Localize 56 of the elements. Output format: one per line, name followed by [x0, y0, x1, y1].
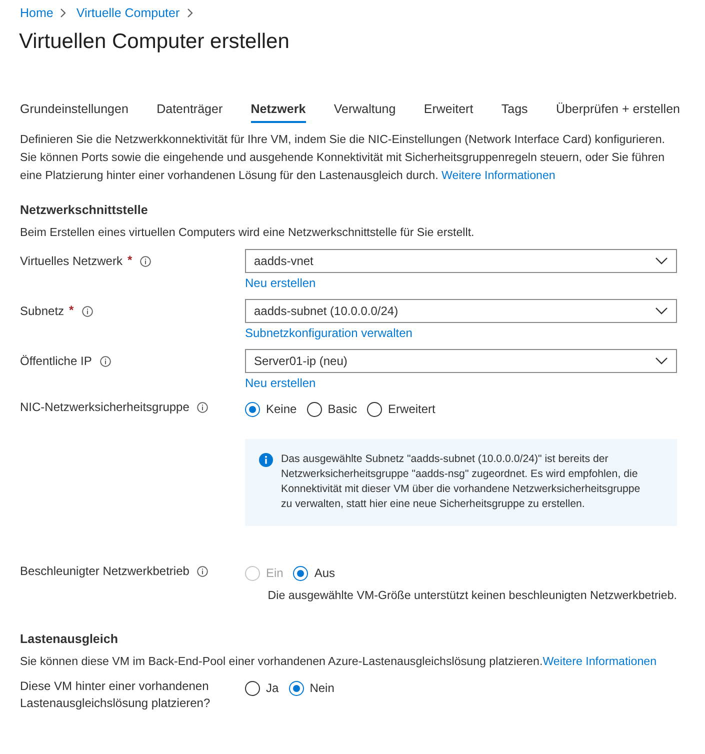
radio-option[interactable]: Aus [293, 566, 336, 580]
more-info-link[interactable]: Weitere Informationen [542, 655, 657, 668]
info-icon[interactable] [140, 256, 152, 267]
section-description: Sie können diese VM im Back-End-Pool einer vorhandenen Azure-Lastenausgleichslösung platzieren.Weitere Informationen [20, 655, 658, 668]
field-label: NIC-Netzwerksicherheitsgruppe [20, 399, 190, 416]
intro-text: Definieren Sie die Netzwerkkonnektivität für Ihre VM, indem Sie die NIC-Einstellungen (Network Interface Card) konfigurieren. Sie können Ports sowie die eingehende und ausgehende Konnektivität mit Sicherheitsgruppenregeln steuern, oder Sie führen eine Platzierung hinter einer vorhandenen Lösung für den Lastenausgleich durch. Weitere Informationen [20, 132, 666, 184]
radio-button[interactable] [245, 680, 260, 696]
required-marker: * [69, 303, 74, 317]
action-link[interactable]: Subnetzkonfiguration verwalten [245, 326, 412, 340]
more-info-link[interactable]: Weitere Informationen [442, 169, 556, 182]
note-text: Die ausgewählte VM-Größe unterstützt keinen beschleunigten Netzwerkbetrieb. [266, 589, 677, 602]
tab[interactable]: Verwaltung [334, 98, 396, 123]
required-marker: * [127, 253, 132, 267]
info-icon[interactable] [197, 566, 208, 577]
field-label: Beschleunigter Netzwerkbetrieb [20, 563, 190, 580]
page-title: Virtuellen Computer erstellen [19, 30, 290, 54]
radio-button[interactable] [245, 402, 260, 416]
tab[interactable]: Erweitert [424, 98, 474, 123]
tab[interactable]: Netzwerk [250, 98, 306, 123]
section-heading: Netzwerkschnittstelle [20, 203, 149, 217]
action-link[interactable]: Neu erstellen [245, 376, 316, 390]
info-icon[interactable] [100, 356, 111, 367]
info-icon [259, 453, 273, 467]
breadcrumb-link[interactable]: Virtuelle Computer [76, 6, 180, 20]
field-label: Öffentliche IP [20, 353, 92, 370]
section-heading: Lastenausgleich [20, 632, 119, 646]
dropdown[interactable]: aadds-subnet (10.0.0.0/24) [245, 299, 677, 323]
tab[interactable]: Grundeinstellungen [20, 98, 128, 123]
tab[interactable]: Tags [501, 98, 528, 123]
chevron-down-icon [655, 307, 668, 315]
dropdown[interactable]: Server01-ip (neu) [245, 349, 677, 373]
field-label: Diese VM hinter einer vorhandenen Lastenausgleichslösung platzieren? [20, 678, 212, 712]
chevron-down-icon [655, 257, 668, 265]
radio-button[interactable] [293, 566, 308, 580]
action-link[interactable]: Neu erstellen [245, 276, 316, 290]
tab[interactable]: Überprüfen + erstellen [556, 98, 680, 123]
field-label: Subnetz [20, 303, 64, 320]
info-icon[interactable] [197, 402, 208, 413]
radio-option[interactable]: Nein [288, 680, 334, 696]
breadcrumb-link[interactable]: Home [20, 6, 54, 20]
radio-button[interactable] [306, 402, 322, 416]
radio-button[interactable] [288, 680, 304, 696]
radio-button[interactable] [367, 402, 382, 416]
radio-option[interactable]: Erweitert [367, 402, 436, 416]
radio-option[interactable]: Ja [245, 680, 279, 696]
chevron-down-icon [655, 357, 668, 365]
info-message: Das ausgewählte Subnetz "aadds-subnet (10.0.0.0/24)" ist bereits der Netzwerksicherheitsgruppe "aadds-nsg" zugeordnet. Es wird empfohlen, die Konnektivität mit dieser VM über die vorhandene Netzwerksicherheitsgruppe zu verwalten, statt hier eine neue Sicherheitsgruppe zu erstellen. [281, 452, 642, 512]
radio-option[interactable]: Basic [306, 402, 358, 416]
dropdown[interactable]: aadds-vnet [245, 249, 677, 273]
section-description: Beim Erstellen eines virtuellen Computers wird eine Netzwerkschnittstelle für Sie erstellt. [20, 226, 476, 239]
chevron-icon [60, 8, 68, 18]
tab[interactable]: Datenträger [156, 98, 223, 123]
field-label: Virtuelles Netzwerk [20, 253, 122, 270]
radio-option[interactable]: Keine [245, 402, 297, 416]
chevron-icon [186, 8, 194, 18]
info-icon[interactable] [82, 306, 93, 317]
